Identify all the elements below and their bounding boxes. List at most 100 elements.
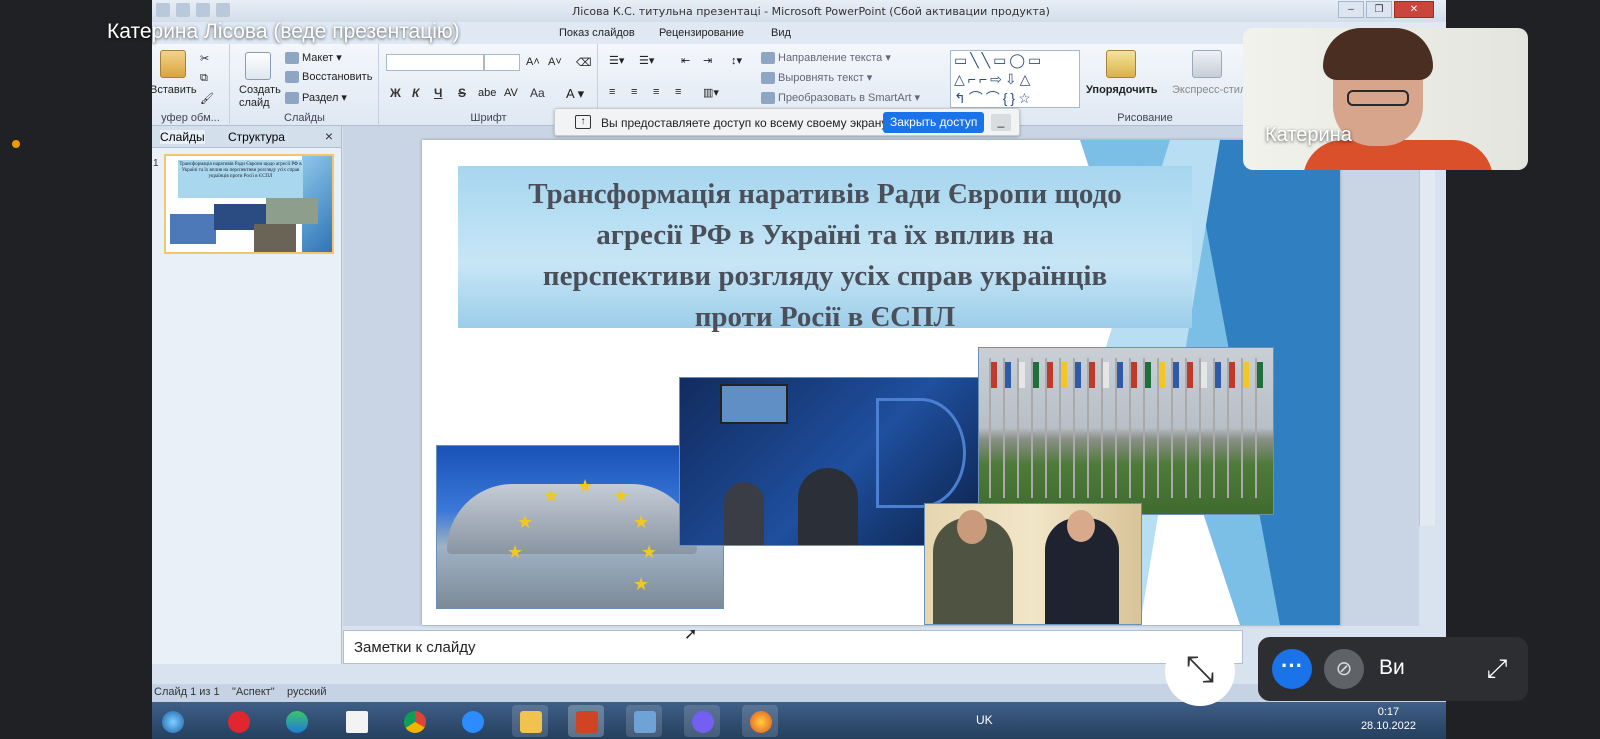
numbering-icon[interactable]: ☰▾ [639,54,654,67]
share-message: Вы предоставляете доступ ко всему своему… [601,116,890,130]
window-controls: – ❐ ✕ [1338,1,1434,18]
redo-icon[interactable] [176,3,190,17]
star-icon: ★ [507,542,524,562]
tab-slides[interactable]: Слайды [160,130,205,144]
arrange-button[interactable]: Упорядочить [1086,84,1158,96]
arrange-icon[interactable] [1106,50,1136,78]
print-icon[interactable] [216,3,230,17]
slide-thumbnail[interactable]: Трансформація наративів Ради Європи щодо… [164,154,334,254]
flag-shape [1159,362,1165,388]
grow-font-icon[interactable]: A˄ [526,56,540,68]
viber-icon[interactable] [684,705,720,737]
stop-sharing-button[interactable]: Закрыть доступ [883,112,985,133]
reset-button[interactable]: Восстановить [285,71,372,84]
font-color-icon[interactable]: A ▾ [566,86,584,102]
tab-review[interactable]: Рецензирование [659,27,744,39]
self-view-controls: ··· ⊘ Ви ⤢ [1258,637,1528,701]
close-pane-icon[interactable]: × [325,128,333,144]
new-slide-icon[interactable] [245,52,271,80]
window-titlebar: Лісова К.С. титульна презентаці - Micros… [152,0,1446,22]
underline-button[interactable]: Ч [434,86,442,100]
powerpoint-icon[interactable] [568,705,604,737]
font-family-select[interactable] [386,54,484,71]
align-center-icon[interactable]: ≡ [631,86,637,98]
minimize-button[interactable]: – [1338,1,1364,18]
keyboard-language[interactable]: UK [976,713,993,727]
camera-toggle-button[interactable]: ⊘ [1324,649,1364,689]
vertical-scrollbar[interactable] [1419,126,1435,526]
layout-button[interactable]: Макет ▾ [285,51,342,65]
exit-fullscreen-button[interactable]: ⤡ [1165,636,1235,706]
font-size-select[interactable] [484,54,520,71]
align-text-button[interactable]: Выровнять текст ▾ [761,71,872,85]
flag-shape [1075,362,1081,388]
maximize-button[interactable]: ❐ [1366,1,1392,18]
close-button[interactable]: ✕ [1394,1,1434,18]
flag-shape [1047,362,1053,388]
notes-pane[interactable]: Заметки к слайду [343,630,1243,664]
participant-tile[interactable]: Катерина [1243,28,1528,170]
thumb-photo [254,224,296,252]
slide-title-box[interactable]: Трансформація наративів Ради Європи щодо… [458,166,1192,333]
language-indicator[interactable]: русский [287,686,326,698]
text-direction-button[interactable]: Направление текста ▾ [761,51,891,65]
chrome-icon[interactable] [396,705,432,737]
thumb-photo [170,214,216,244]
more-options-button[interactable]: ··· [1272,649,1312,689]
indent-increase-icon[interactable]: ⇥ [703,54,712,67]
bullets-icon[interactable]: ☰▾ [609,54,624,67]
start-button[interactable] [154,705,190,737]
system-tray: UK 0:17 28.10.2022 [976,702,1446,739]
clipboard-group: Вставить ✂ ⧉ 🖌 уфер обм... [152,44,230,126]
file-explorer-icon[interactable] [512,705,548,737]
clear-format-icon[interactable]: ⌫ [576,56,592,69]
bold-button[interactable]: Ж [390,86,401,100]
edge-icon[interactable] [278,705,314,737]
paste-icon[interactable] [160,50,186,78]
new-slide-button[interactable]: Создать слайд [239,84,283,110]
justify-icon[interactable]: ≡ [675,86,681,98]
section-button[interactable]: Раздел ▾ [285,91,347,105]
zoom-icon[interactable] [454,705,490,737]
undo-icon[interactable] [156,3,170,17]
photo-viewer-icon[interactable] [626,705,662,737]
firefox-icon[interactable] [742,705,778,737]
italic-button[interactable]: К [412,86,419,100]
minimize-share-bar-button[interactable]: _ [991,114,1011,131]
save-icon[interactable] [196,3,210,17]
document-icon[interactable] [338,705,374,737]
screen-share-bar: ↑ Вы предоставляете доступ ко всему свое… [554,108,1020,136]
indent-decrease-icon[interactable]: ⇤ [681,54,690,67]
shapes-gallery[interactable]: ▭╲╲▭◯▭ △⌐⌐⇨⇩△ ↰⌒⌒{}☆ [950,50,1080,108]
smartart-button[interactable]: Преобразовать в SmartArt ▾ [761,91,920,105]
expand-button[interactable]: ⤢ [1480,651,1514,685]
present-to-all-icon: ↑ [575,115,591,129]
slide-title-line: Трансформація наративів Ради Європи щодо [528,178,1122,210]
columns-icon[interactable]: ▥▾ [703,86,719,99]
opera-icon[interactable] [220,705,256,737]
align-right-icon[interactable]: ≡ [653,86,659,98]
tab-view[interactable]: Вид [771,27,791,39]
quick-styles-button[interactable]: Экспресс-стили [1172,84,1252,96]
tab-outline[interactable]: Структура [228,130,285,144]
line-spacing-icon[interactable]: ↕▾ [731,54,742,67]
clock[interactable]: 0:17 28.10.2022 [1361,705,1416,733]
tab-slideshow[interactable]: Показ слайдов [559,27,635,39]
person-head-shape [957,510,987,544]
shadow-icon[interactable]: abe [478,87,496,99]
shrink-font-icon[interactable]: A˅ [548,56,562,68]
strike-button[interactable]: S [458,86,466,100]
paste-button[interactable]: Вставить [152,84,197,96]
quick-styles-icon[interactable] [1192,50,1222,78]
flags-photo[interactable] [978,347,1274,515]
flag-shape [1201,362,1207,388]
align-text-icon [761,72,775,85]
spacing-icon[interactable]: AV [504,87,518,99]
cut-icon[interactable]: ✂ [200,52,209,65]
align-left-icon[interactable]: ≡ [609,86,615,98]
handshake-photo[interactable] [924,503,1142,625]
star-icon: ★ [633,574,650,594]
format-painter-icon[interactable]: 🖌 [200,92,214,105]
change-case-button[interactable]: Aa [530,86,545,100]
copy-icon[interactable]: ⧉ [200,72,208,85]
